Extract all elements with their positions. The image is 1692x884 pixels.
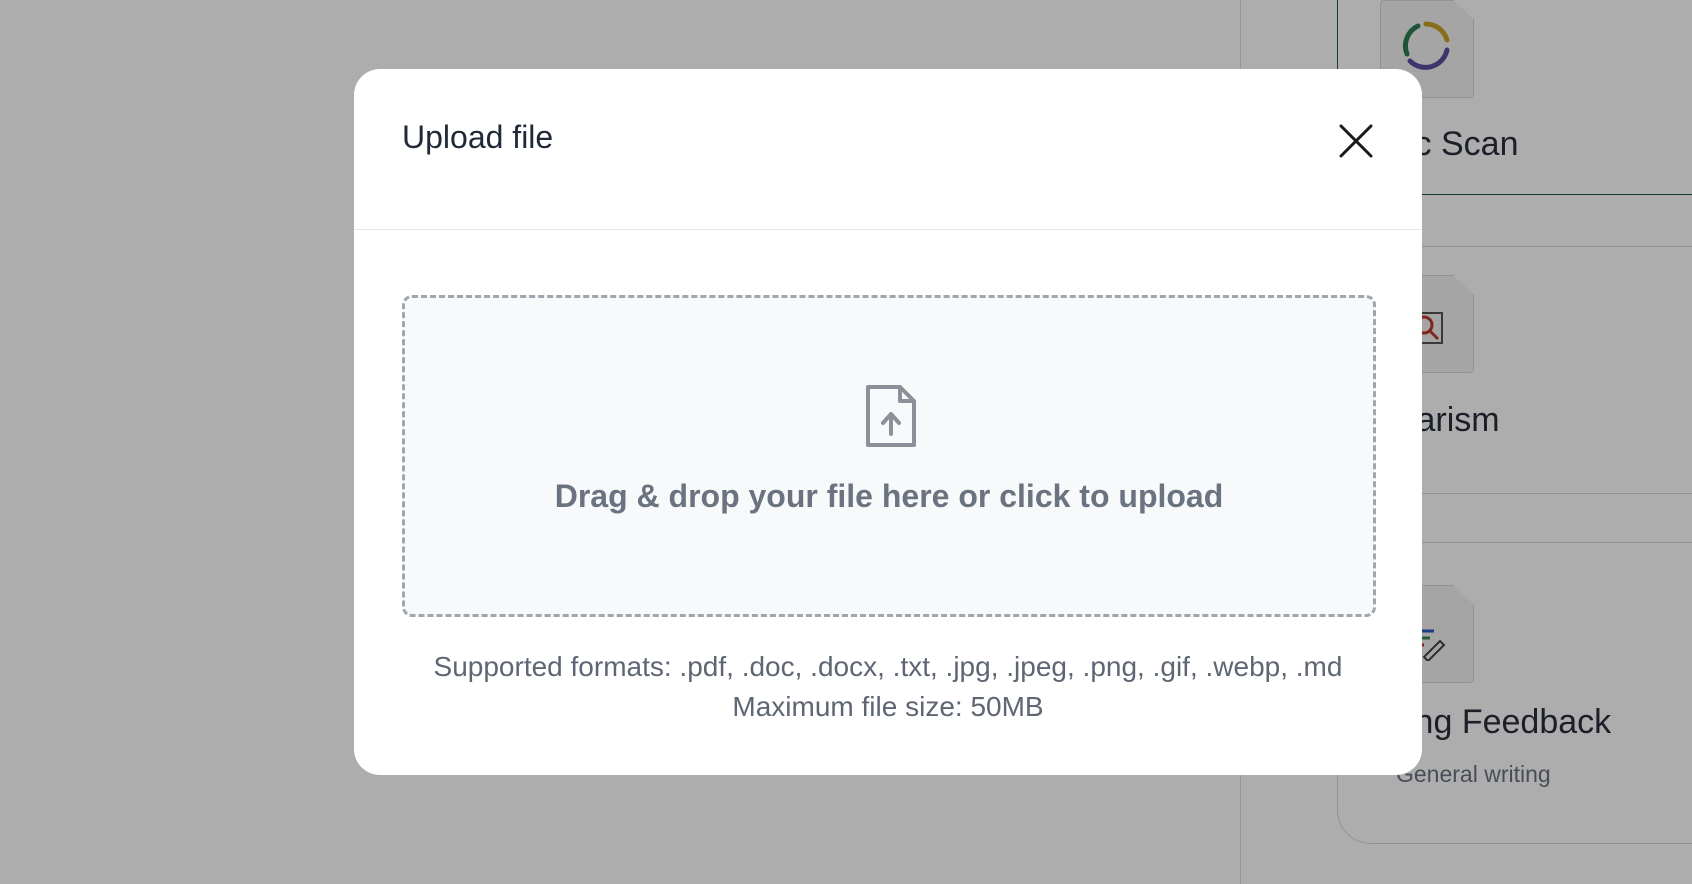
close-button[interactable]	[1334, 119, 1378, 163]
file-dropzone[interactable]: Drag & drop your file here or click to u…	[402, 295, 1376, 617]
file-upload-icon	[866, 385, 916, 447]
upload-file-dialog: Upload file Drag & drop your file here o…	[354, 69, 1422, 775]
dialog-title: Upload file	[402, 119, 554, 155]
dialog-header: Upload file	[354, 69, 1422, 230]
close-icon	[1339, 124, 1373, 158]
supported-formats-text: Supported formats: .pdf, .doc, .docx, .t…	[433, 651, 1343, 682]
dropzone-text: Drag & drop your file here or click to u…	[554, 478, 1224, 514]
max-file-size-text: Maximum file size: 50MB	[732, 691, 1044, 722]
